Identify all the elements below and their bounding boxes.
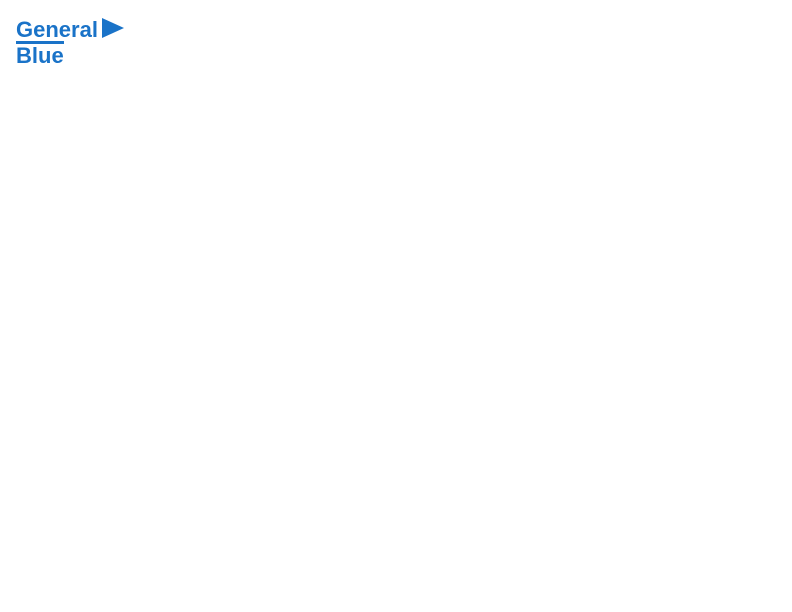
logo-icon bbox=[102, 18, 124, 38]
logo-text: General bbox=[16, 19, 98, 41]
logo-text-blue: Blue bbox=[16, 45, 64, 67]
logo: General Blue bbox=[16, 16, 124, 67]
header: General Blue bbox=[16, 16, 776, 67]
